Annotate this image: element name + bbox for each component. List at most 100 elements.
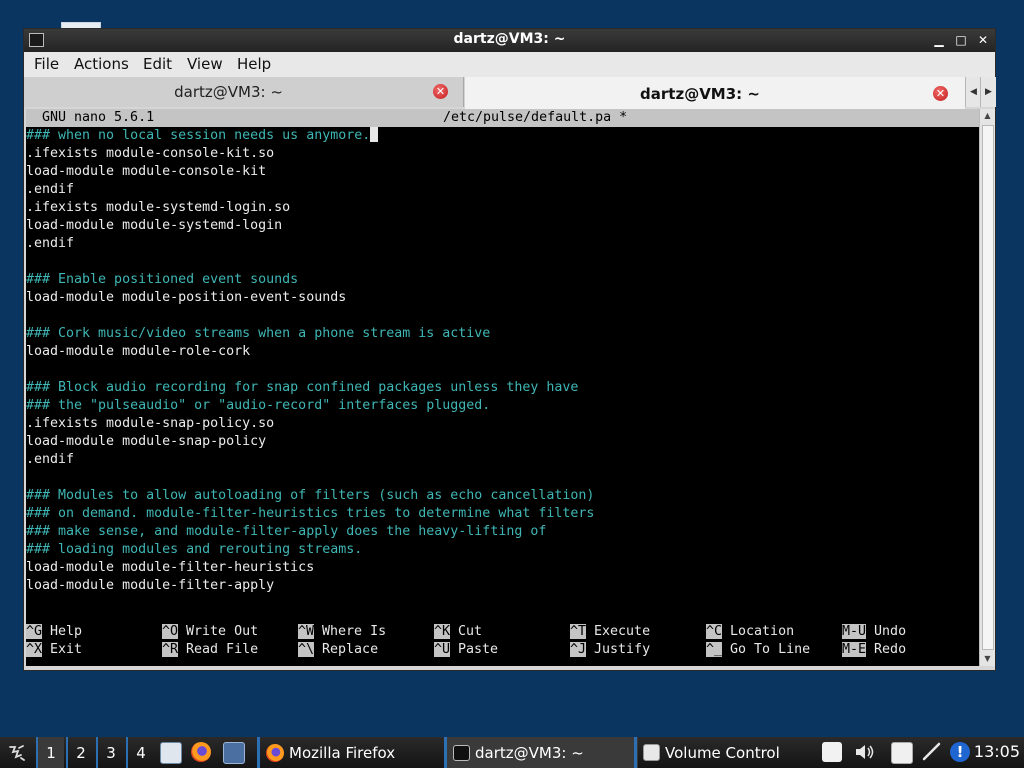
shortcut-label: Go To Line: [730, 642, 811, 657]
tab-scroll-right-icon[interactable]: ▶: [980, 77, 996, 107]
shortcut-label: Justify: [594, 642, 651, 657]
scroll-up-icon[interactable]: ▲: [980, 109, 995, 123]
editor-line: ### on demand. module-filter-heuristics …: [26, 506, 595, 521]
editor-line: load-module module-snap-policy: [26, 434, 267, 449]
shortcut-label: Undo: [874, 624, 907, 639]
update-notification-icon[interactable]: !: [950, 742, 970, 762]
nano-filename: /etc/pulse/default.pa *: [443, 110, 628, 125]
shortcut-key: ^K: [434, 624, 451, 639]
window-title: dartz@VM3: ~: [453, 31, 566, 47]
task-firefox[interactable]: Mozilla Firefox: [257, 737, 446, 768]
shortcut-item: M-U Undo: [842, 623, 906, 641]
workspace-4[interactable]: 4: [126, 737, 154, 768]
shortcut-key: M-E: [842, 642, 867, 657]
editor-line: load-module module-filter-apply: [26, 578, 275, 593]
notes-icon[interactable]: [822, 742, 842, 762]
editor-line: ### when no local session needs us anymo…: [26, 127, 979, 145]
network-icon[interactable]: [921, 742, 941, 762]
terminal-scrollbar[interactable]: ▲ ▼: [979, 109, 995, 666]
menu-edit[interactable]: Edit: [143, 55, 172, 73]
menubar: File Actions Edit View Help: [24, 52, 995, 78]
shortcut-label: Where Is: [322, 624, 387, 639]
app-menu-icon[interactable]: [4, 737, 30, 768]
shortcut-label: Write Out: [186, 624, 259, 639]
editor-line: load-module module-systemd-login: [26, 218, 283, 233]
task-volume-control[interactable]: Volume Control: [634, 737, 818, 768]
shortcut-label: Execute: [594, 624, 651, 639]
tab-terminal-1[interactable]: dartz@VM3: ~ ✕: [24, 77, 464, 107]
shortcut-label: Cut: [458, 624, 483, 639]
shortcut-item: ^U Paste: [434, 641, 498, 659]
shortcut-key: ^R: [162, 642, 179, 657]
editor-line: ### loading modules and rerouting stream…: [26, 542, 363, 557]
close-icon[interactable]: ✕: [977, 32, 989, 48]
terminal-area[interactable]: GNU nano 5.6.1 /etc/pulse/default.pa * #…: [26, 109, 979, 666]
shortcut-key: ^C: [706, 624, 723, 639]
shortcut-item: ^O Write Out: [162, 623, 258, 641]
editor-line: load-module module-role-cork: [26, 344, 251, 359]
editor-line: .endif: [26, 236, 75, 251]
shortcut-item: ^K Cut: [434, 623, 482, 641]
maximize-icon[interactable]: □: [955, 32, 967, 48]
desktop-show-icon[interactable]: [223, 742, 245, 764]
tab-scroll-left-icon[interactable]: ◀: [965, 77, 981, 107]
editor-line: .ifexists module-snap-policy.so: [26, 416, 275, 431]
taskbar: 1 2 3 4 Mozilla Firefox dartz@VM3: ~ Vol…: [0, 737, 1024, 768]
editor-line: ### the "pulseaudio" or "audio-record" i…: [26, 398, 491, 413]
editor-line: .ifexists module-console-kit.so: [26, 146, 275, 161]
shortcut-label: Location: [730, 624, 795, 639]
menu-help[interactable]: Help: [237, 55, 271, 73]
volume-control-icon: [643, 744, 660, 761]
shortcut-item: ^R Read File: [162, 641, 258, 659]
terminal-window: dartz@VM3: ~ ▁ □ ✕ File Actions Edit Vie…: [24, 29, 996, 670]
tab-close-icon[interactable]: ✕: [933, 86, 948, 101]
task-terminal[interactable]: dartz@VM3: ~: [444, 737, 638, 768]
workspace-1[interactable]: 1: [36, 737, 64, 768]
shortcut-item: ^J Justify: [570, 641, 650, 659]
task-label: Mozilla Firefox: [289, 743, 396, 762]
editor-line: load-module module-console-kit: [26, 164, 267, 179]
editor-line: ### Block audio recording for snap confi…: [26, 380, 579, 395]
editor-line: ### Modules to allow autoloading of filt…: [26, 488, 595, 503]
workspace-2[interactable]: 2: [66, 737, 94, 768]
shortcut-key: ^T: [570, 624, 587, 639]
menu-actions[interactable]: Actions: [74, 55, 129, 73]
shortcut-item: ^C Location: [706, 623, 794, 641]
volume-icon[interactable]: [854, 742, 874, 762]
clipboard-icon[interactable]: [891, 742, 913, 764]
shortcut-label: Replace: [322, 642, 379, 657]
tab-close-icon[interactable]: ✕: [433, 84, 448, 99]
terminal-icon: [453, 744, 470, 761]
file-manager-icon[interactable]: [160, 742, 182, 764]
shortcut-key: M-U: [842, 624, 867, 639]
editor-line: ### Cork music/video streams when a phon…: [26, 326, 491, 341]
firefox-launcher-icon[interactable]: [191, 742, 211, 762]
editor-line: load-module module-filter-heuristics: [26, 560, 315, 575]
nano-titlebar: GNU nano 5.6.1 /etc/pulse/default.pa *: [26, 109, 979, 127]
workspace-3[interactable]: 3: [96, 737, 124, 768]
menu-file[interactable]: File: [34, 55, 59, 73]
editor-line: .ifexists module-systemd-login.so: [26, 200, 291, 215]
editor-line: .endif: [26, 452, 75, 467]
shortcut-item: ^\ Replace: [298, 641, 378, 659]
scrollbar-thumb[interactable]: [982, 125, 994, 650]
shortcut-item: ^W Where Is: [298, 623, 386, 641]
tab-label: dartz@VM3: ~: [174, 83, 283, 101]
shortcut-item: ^T Execute: [570, 623, 650, 641]
editor-buffer[interactable]: ### when no local session needs us anymo…: [26, 127, 979, 595]
shortcut-label: Help: [50, 624, 83, 639]
shortcut-key: ^O: [162, 624, 179, 639]
menu-view[interactable]: View: [187, 55, 223, 73]
tab-label: dartz@VM3: ~: [640, 85, 760, 103]
tab-terminal-2[interactable]: dartz@VM3: ~ ✕: [465, 77, 965, 109]
window-titlebar[interactable]: dartz@VM3: ~ ▁ □ ✕: [24, 29, 995, 52]
clock[interactable]: 13:05: [974, 742, 1020, 761]
minimize-icon[interactable]: ▁: [933, 32, 945, 48]
shortcut-label: Redo: [874, 642, 907, 657]
editor-line: load-module module-position-event-sounds: [26, 290, 347, 305]
scroll-down-icon[interactable]: ▼: [980, 652, 995, 666]
shortcut-label: Exit: [50, 642, 83, 657]
